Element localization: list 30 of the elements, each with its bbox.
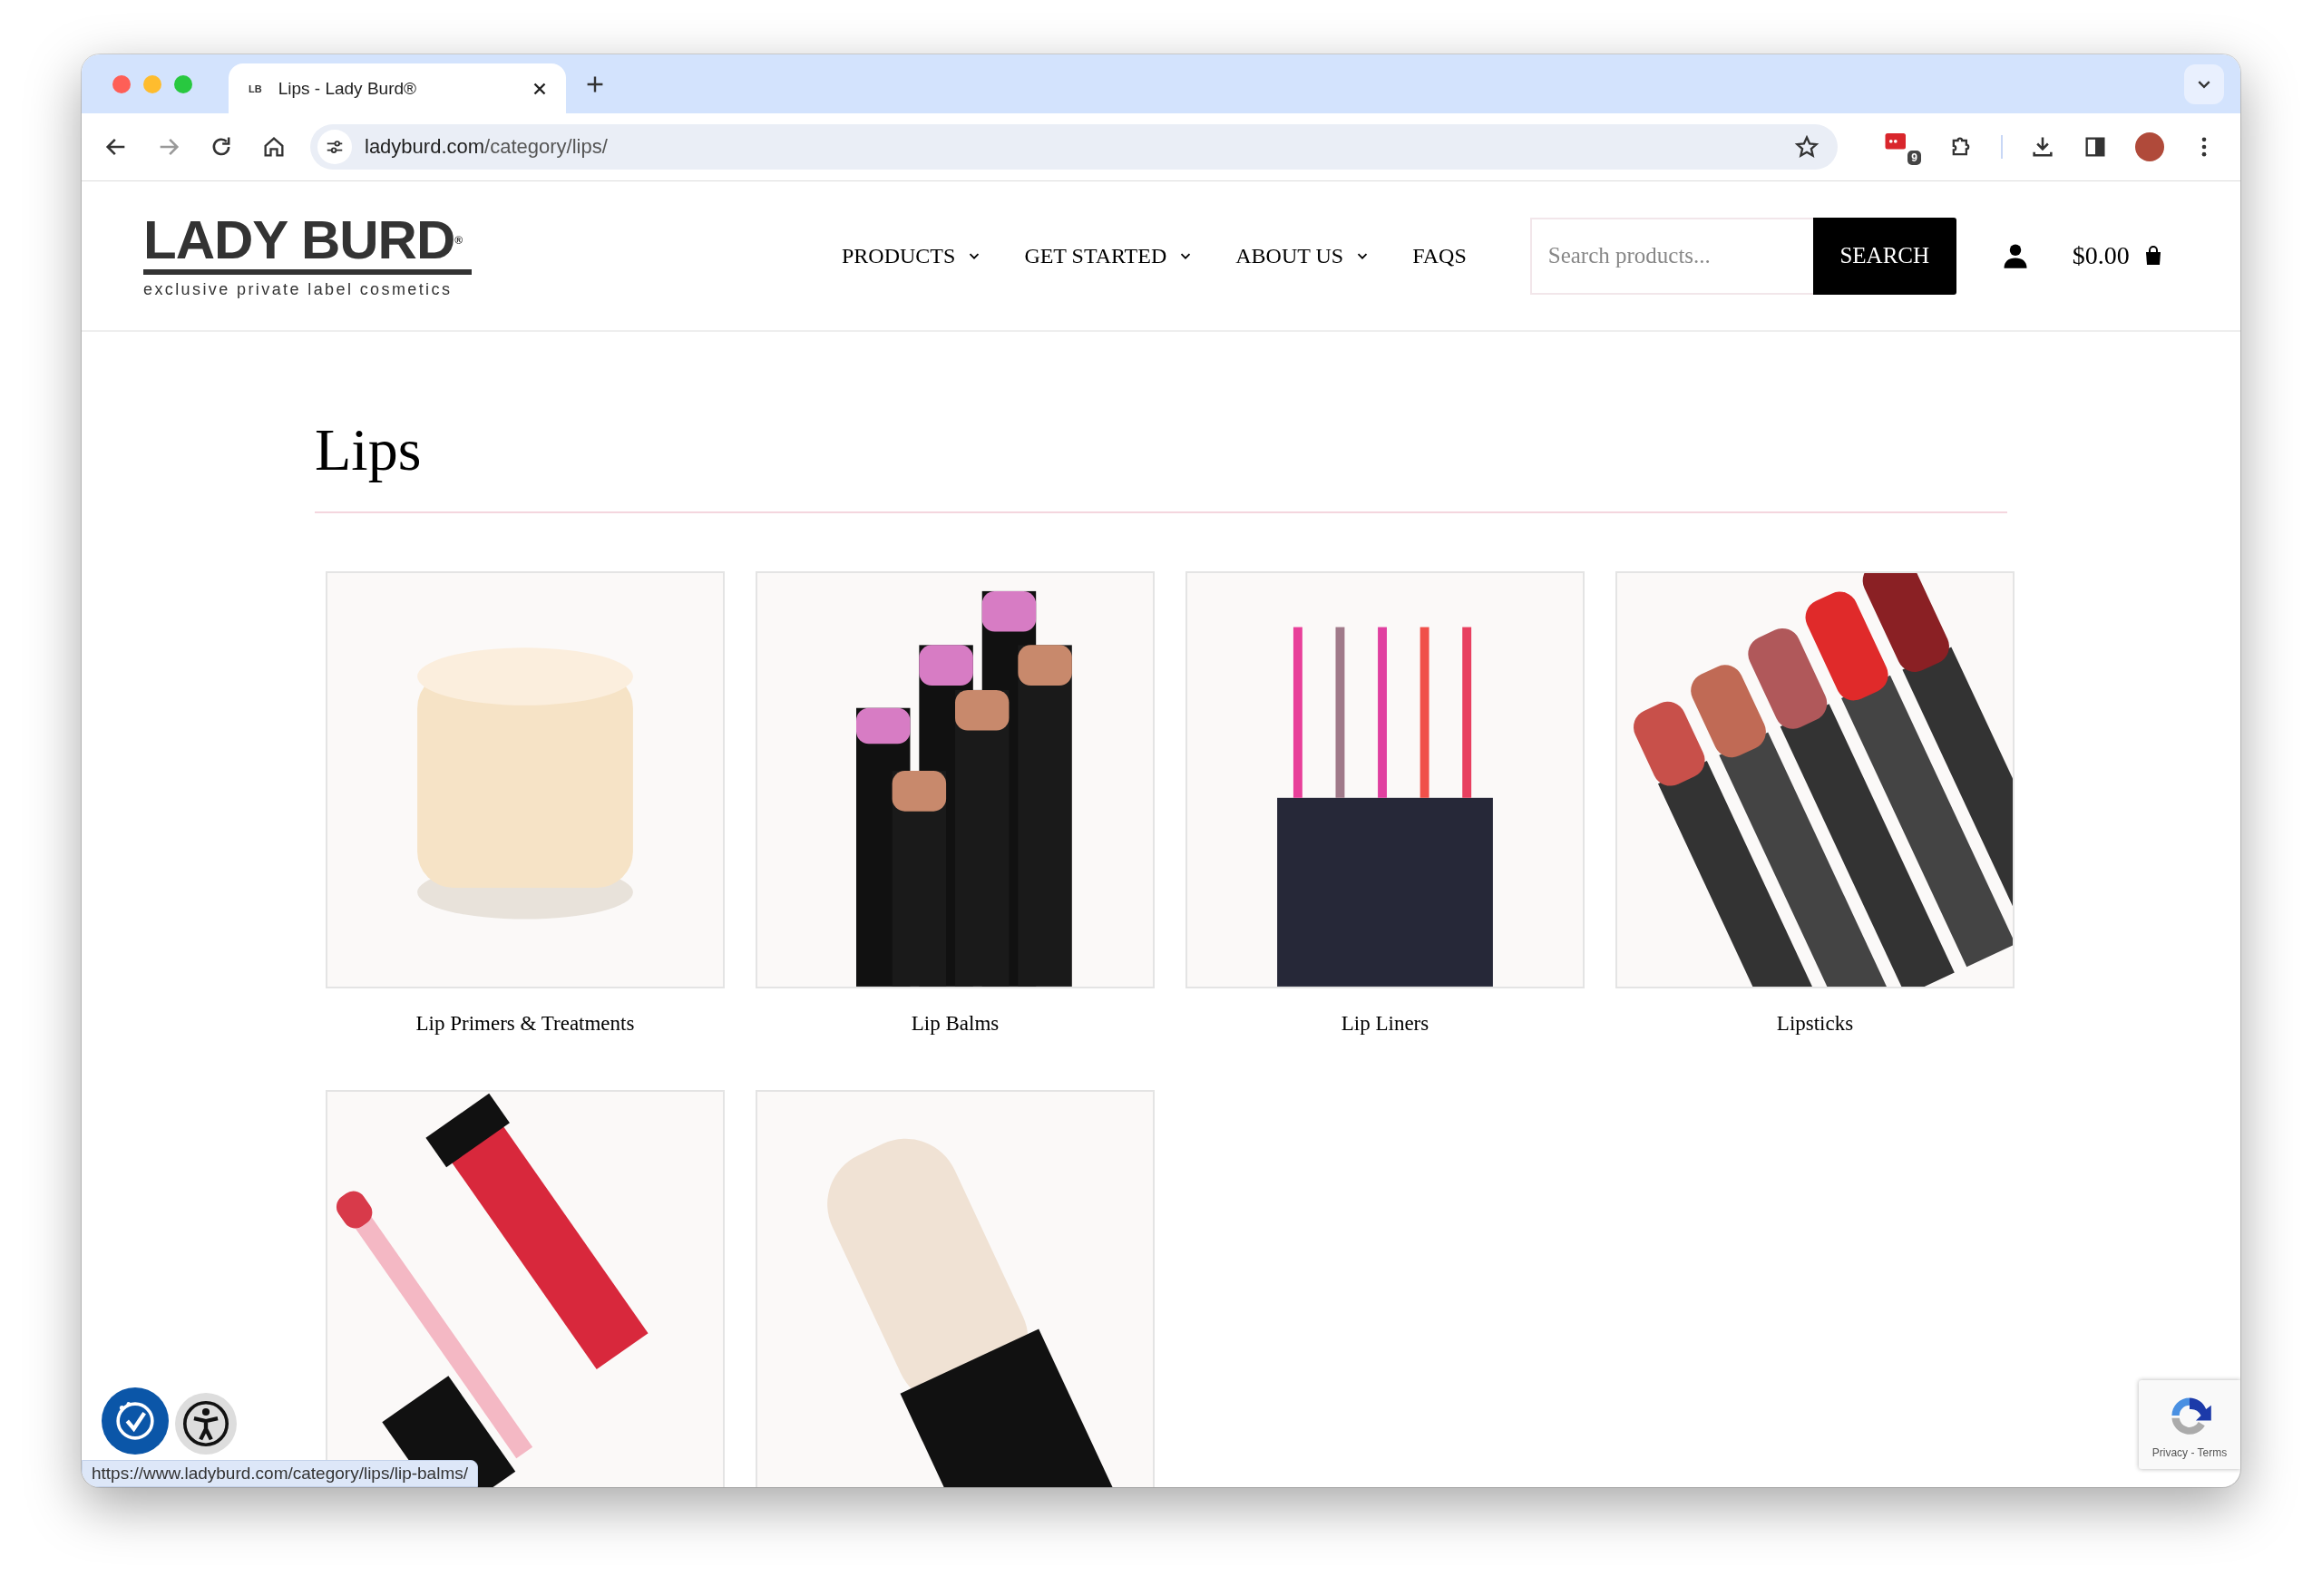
category-link[interactable]: Lip Balms [911, 1010, 1000, 1037]
site-favicon: LB [249, 83, 262, 94]
link-status-bar: https://www.ladyburd.com/category/lips/lip-balms/ [82, 1460, 478, 1487]
chevron-down-icon [2198, 80, 2210, 88]
url-text: ladyburd.com/category/lips/ [365, 135, 609, 159]
nav-link[interactable]: FAQS [1412, 243, 1467, 268]
search-button[interactable]: SEARCH [1812, 217, 1956, 295]
profile-avatar[interactable] [2135, 132, 2164, 161]
bookmark-star-icon[interactable] [1794, 134, 1820, 160]
recaptcha-links[interactable]: Privacy - Terms [2151, 1446, 2228, 1459]
product-photo[interactable] [756, 571, 1155, 988]
address-bar[interactable]: ladyburd.com/category/lips/ [310, 124, 1838, 170]
product-photo[interactable] [1185, 571, 1585, 988]
product-photo[interactable] [756, 1090, 1155, 1487]
nav-link[interactable]: PRODUCTS [842, 243, 983, 268]
category-link[interactable]: Lip Primers & Treatments [415, 1010, 635, 1037]
search-field[interactable]: Search products... [1529, 217, 1813, 295]
category-link[interactable]: Lipsticks [1776, 1010, 1854, 1037]
page-title: Lips [315, 415, 423, 484]
tab-title: Lips - Lady Burd® [278, 78, 418, 99]
browser-tab[interactable]: LB Lips - Lady Burd® [229, 63, 566, 113]
recaptcha-badge[interactable]: Privacy - Terms [2139, 1380, 2240, 1469]
product-photo[interactable] [1615, 571, 2015, 988]
nav-link[interactable]: GET STARTED [1024, 243, 1195, 268]
cart-total[interactable]: $0.00 [2072, 241, 2130, 270]
lady-burd-logo[interactable]: LADY BURD$^{®}$ exclusive private label cosmetics [143, 212, 472, 299]
extension-badge: 9 [1907, 151, 1921, 165]
extension-button[interactable]: 9 [1883, 129, 1921, 165]
nav-link[interactable]: ABOUT US [1235, 243, 1371, 268]
category-link[interactable]: Lip Liners [1341, 1010, 1429, 1037]
